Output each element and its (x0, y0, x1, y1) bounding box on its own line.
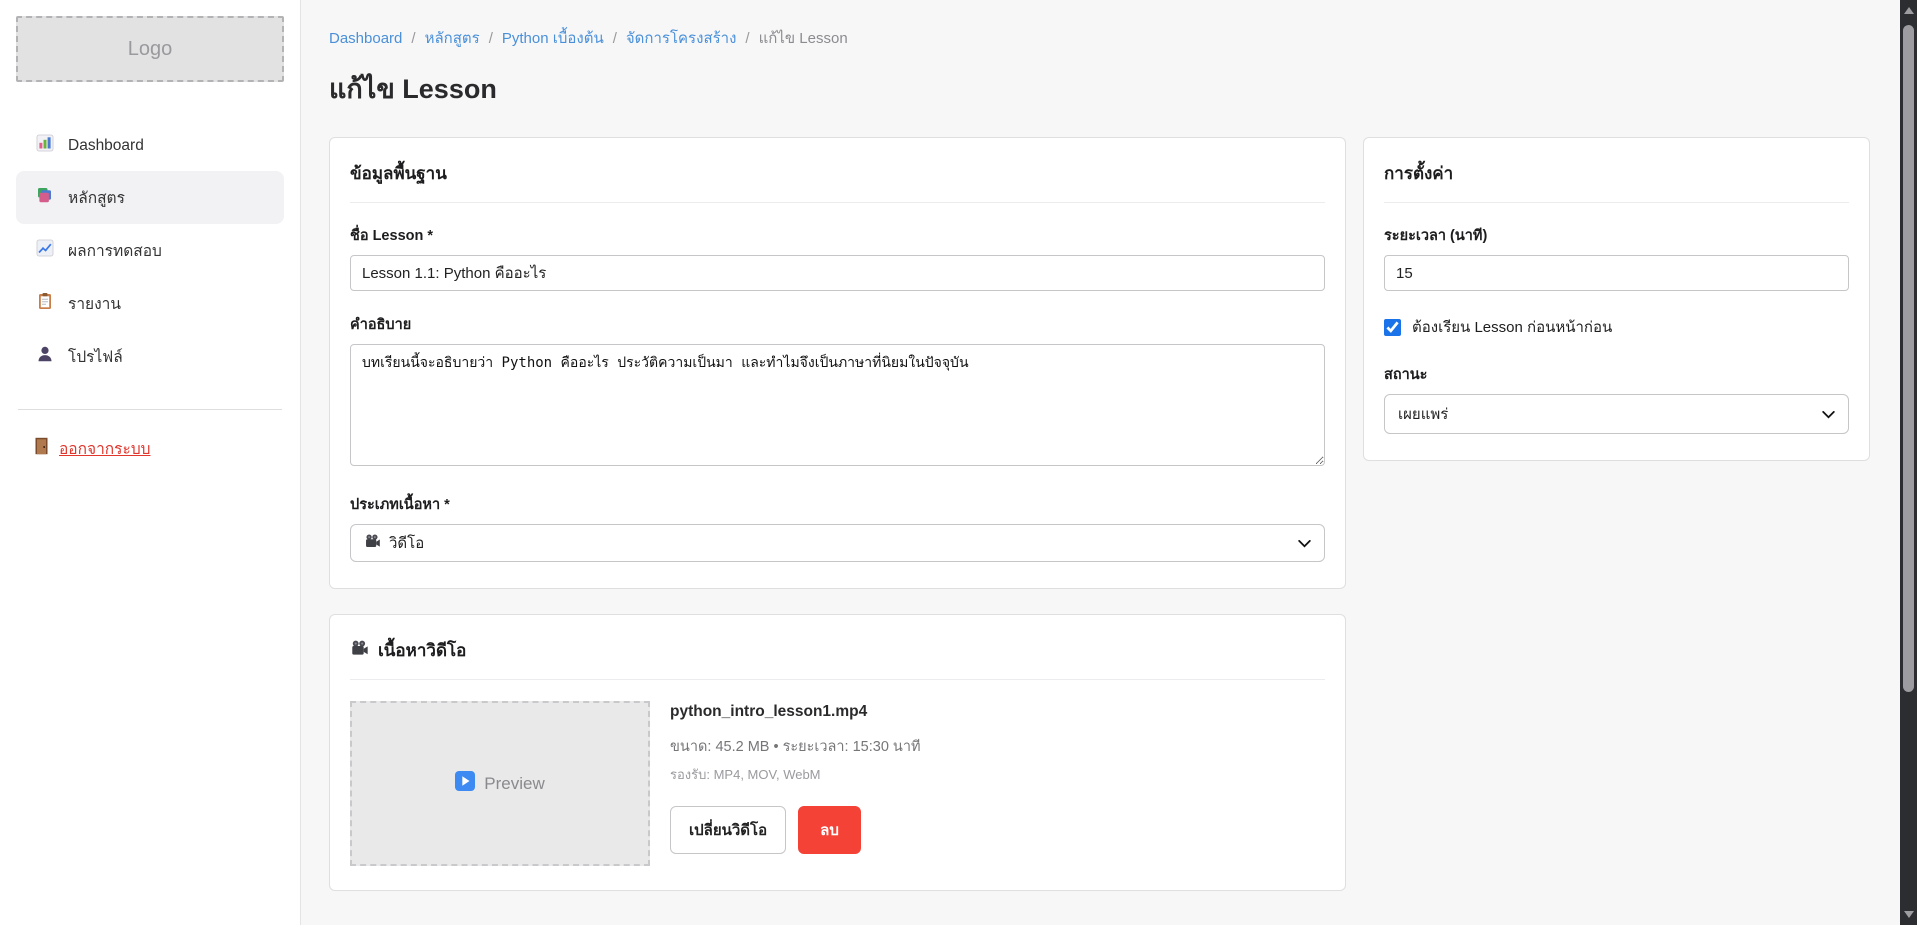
results-icon (36, 239, 54, 262)
video-buttons: เปลี่ยนวิดีโอ ลบ (670, 806, 921, 854)
sidebar-item-label: ผลการทดสอบ (68, 238, 162, 263)
video-camera-icon (350, 639, 369, 663)
video-body: Preview python_intro_lesson1.mp4 ขนาด: 4… (350, 701, 1325, 866)
left-column: ข้อมูลพื้นฐาน ชื่อ Lesson * คำอธิบาย บทเ… (329, 137, 1346, 891)
prerequisite-label: ต้องเรียน Lesson ก่อนหน้าก่อน (1412, 315, 1612, 339)
prerequisite-row: ต้องเรียน Lesson ก่อนหน้าก่อน (1384, 315, 1849, 339)
breadcrumb-current: แก้ไข Lesson (759, 26, 848, 50)
content-type-select[interactable]: วิดีโอ (350, 524, 1325, 562)
sidebar-item-label: รายงาน (68, 291, 121, 316)
video-meta: ขนาด: 45.2 MB • ระยะเวลา: 15:30 นาที (670, 735, 921, 758)
sidebar: Logo Dashboard หลักสูตร ผลการทดสอบ รายงา… (0, 0, 301, 925)
sidebar-item-reports[interactable]: รายงาน (16, 277, 284, 330)
duration-input[interactable] (1384, 255, 1849, 291)
breadcrumb-separator: / (613, 30, 617, 47)
prerequisite-checkbox[interactable] (1384, 319, 1401, 336)
breadcrumb-link-course[interactable]: Python เบื้องต้น (502, 26, 604, 50)
card-divider (350, 679, 1325, 680)
dashboard-icon (36, 134, 54, 157)
description-textarea[interactable]: บทเรียนนี้จะอธิบายว่า Python คืออะไร ประ… (350, 344, 1325, 466)
change-video-button[interactable]: เปลี่ยนวิดีโอ (670, 806, 786, 854)
breadcrumb-link-dashboard[interactable]: Dashboard (329, 30, 402, 47)
logout-door-icon (34, 437, 49, 460)
sidebar-item-results[interactable]: ผลการทดสอบ (16, 224, 284, 277)
reports-icon (36, 292, 54, 315)
scrollbar-up-arrow[interactable] (1900, 2, 1917, 19)
description-label: คำอธิบาย (350, 313, 1325, 336)
breadcrumb-link-structure[interactable]: จัดการโครงสร้าง (626, 26, 737, 50)
video-content-title: เนื้อหาวิดีโอ (378, 637, 466, 664)
video-camera-icon (364, 533, 381, 554)
play-icon (455, 771, 475, 796)
courses-icon (36, 186, 54, 209)
sidebar-item-label: โปรไฟล์ (68, 344, 123, 369)
content-type-value: วิดีโอ (389, 531, 1290, 555)
video-filename: python_intro_lesson1.mp4 (670, 703, 921, 721)
sidebar-item-dashboard[interactable]: Dashboard (16, 120, 284, 171)
sidebar-nav: Dashboard หลักสูตร ผลการทดสอบ รายงาน โปร… (16, 120, 284, 383)
scrollbar (1900, 0, 1917, 925)
logo-text: Logo (128, 38, 173, 61)
logout-label: ออกจากระบบ (59, 436, 151, 461)
sidebar-item-profile[interactable]: โปรไฟล์ (16, 330, 284, 383)
settings-header: การตั้งค่า (1384, 160, 1849, 187)
status-select[interactable]: เผยแพร่ (1384, 394, 1849, 434)
status-value: เผยแพร่ (1398, 402, 1814, 426)
card-divider (350, 202, 1325, 203)
video-info: python_intro_lesson1.mp4 ขนาด: 45.2 MB •… (670, 701, 921, 866)
right-column: การตั้งค่า ระยะเวลา (นาที) ต้องเรียน Les… (1363, 137, 1870, 461)
lesson-name-input[interactable] (350, 255, 1325, 291)
breadcrumb-link-courses[interactable]: หลักสูตร (425, 26, 480, 50)
sidebar-divider (18, 409, 282, 410)
settings-card: การตั้งค่า ระยะเวลา (นาที) ต้องเรียน Les… (1363, 137, 1870, 461)
page-title: แก้ไข Lesson (329, 67, 1870, 110)
lesson-name-label: ชื่อ Lesson * (350, 224, 1325, 247)
profile-icon (36, 345, 54, 368)
sidebar-item-label: Dashboard (68, 137, 144, 155)
breadcrumb: Dashboard / หลักสูตร / Python เบื้องต้น … (329, 26, 1870, 50)
video-content-header: เนื้อหาวิดีโอ (350, 637, 1325, 664)
chevron-down-icon (1822, 406, 1835, 423)
sidebar-item-label: หลักสูตร (68, 185, 125, 210)
content-type-field-group: ประเภทเนื้อหา * วิดีโอ (350, 493, 1325, 562)
content-type-label: ประเภทเนื้อหา * (350, 493, 1325, 516)
main-content: Dashboard / หลักสูตร / Python เบื้องต้น … (301, 0, 1900, 925)
card-divider (1384, 202, 1849, 203)
video-content-card: เนื้อหาวิดีโอ Preview python_intro_lesso… (329, 614, 1346, 891)
content-row: ข้อมูลพื้นฐาน ชื่อ Lesson * คำอธิบาย บทเ… (329, 137, 1870, 891)
description-field-group: คำอธิบาย บทเรียนนี้จะอธิบายว่า Python คื… (350, 313, 1325, 471)
breadcrumb-separator: / (489, 30, 493, 47)
logout-link[interactable]: ออกจากระบบ (16, 436, 284, 461)
duration-field-group: ระยะเวลา (นาที) (1384, 224, 1849, 291)
video-formats: รองรับ: MP4, MOV, WebM (670, 764, 921, 785)
basic-info-header: ข้อมูลพื้นฐาน (350, 160, 1325, 187)
chevron-down-icon (1298, 535, 1311, 552)
sidebar-item-courses[interactable]: หลักสูตร (16, 171, 284, 224)
status-label: สถานะ (1384, 363, 1849, 386)
scrollbar-down-arrow[interactable] (1900, 906, 1917, 923)
logo: Logo (16, 16, 284, 82)
lesson-name-field-group: ชื่อ Lesson * (350, 224, 1325, 291)
breadcrumb-separator: / (411, 30, 415, 47)
delete-video-button[interactable]: ลบ (798, 806, 861, 854)
preview-label: Preview (484, 774, 544, 794)
basic-info-card: ข้อมูลพื้นฐาน ชื่อ Lesson * คำอธิบาย บทเ… (329, 137, 1346, 589)
duration-label: ระยะเวลา (นาที) (1384, 224, 1849, 247)
scrollbar-thumb[interactable] (1903, 25, 1914, 692)
status-field-group: สถานะ เผยแพร่ (1384, 363, 1849, 434)
breadcrumb-separator: / (745, 30, 749, 47)
video-preview[interactable]: Preview (350, 701, 650, 866)
